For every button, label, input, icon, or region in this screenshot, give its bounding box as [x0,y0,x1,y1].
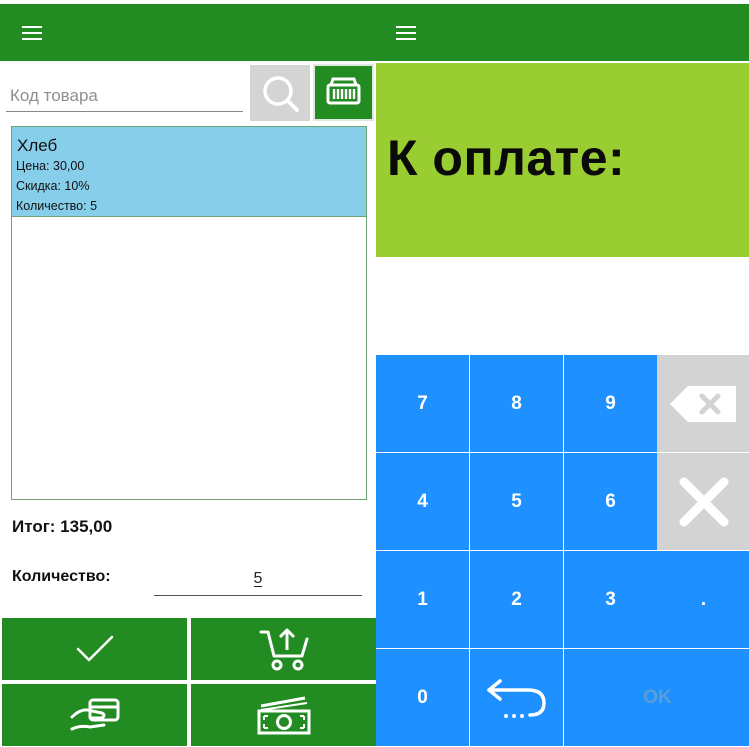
key-5[interactable]: 5 [470,453,563,550]
cash-icon [257,696,310,735]
return-button[interactable] [470,649,563,746]
product-list: Хлеб Цена: 30,00 Скидка: 10% Количество:… [11,126,367,500]
hand-card-icon [70,698,119,731]
quantity-label: Количество: [12,568,111,585]
app-bar [376,4,749,61]
barcode-scanner-icon [326,77,361,105]
product-quantity: Количество: 5 [16,199,98,213]
product-discount: Скидка: 10% [16,179,90,193]
payment-banner: К оплате: [376,63,749,257]
ok-button[interactable]: OK [564,649,749,746]
clear-icon [679,477,728,526]
key-2[interactable]: 2 [470,551,563,648]
key-8[interactable]: 8 [470,355,563,452]
search-icon [263,76,299,112]
menu-icon[interactable] [22,26,42,40]
payment-screen: К оплате: 7 8 9 4 5 6 1 2 3 . 0 OK [376,0,749,747]
search-button[interactable] [250,65,310,121]
total-label: Итог: 135,00 [12,517,113,536]
key-7[interactable]: 7 [376,355,469,452]
payment-label: К оплате: [387,130,626,186]
key-0[interactable]: 0 [376,649,469,746]
quantity-field[interactable]: 5 [154,566,362,596]
quantity-value: 5 [253,566,263,587]
cash-payment-button[interactable] [191,684,376,746]
key-dot[interactable]: . [657,551,749,648]
key-6[interactable]: 6 [564,453,657,550]
numeric-keypad: 7 8 9 4 5 6 1 2 3 . 0 OK [376,355,749,747]
backspace-icon [669,385,736,422]
return-icon [486,678,546,718]
product-name: Хлеб [17,136,58,155]
key-4[interactable]: 4 [376,453,469,550]
clear-button[interactable] [657,453,749,550]
list-item[interactable]: Хлеб Цена: 30,00 Скидка: 10% Количество:… [12,127,366,217]
backspace-button[interactable] [657,355,749,452]
product-price: Цена: 30,00 [16,159,85,173]
menu-icon[interactable] [396,26,416,40]
cart-screen: Хлеб Цена: 30,00 Скидка: 10% Количество:… [0,0,376,747]
key-9[interactable]: 9 [564,355,657,452]
amount-display [376,257,749,353]
checkmark-icon [76,635,113,662]
confirm-button[interactable] [2,618,187,680]
app-bar [0,4,376,61]
key-3[interactable]: 3 [564,551,657,648]
cart-upload-icon [259,628,308,671]
product-code-input[interactable] [6,70,243,112]
card-payment-button[interactable] [2,684,187,746]
key-1[interactable]: 1 [376,551,469,648]
cart-upload-button[interactable] [191,618,376,680]
barcode-scan-button[interactable] [313,64,374,121]
